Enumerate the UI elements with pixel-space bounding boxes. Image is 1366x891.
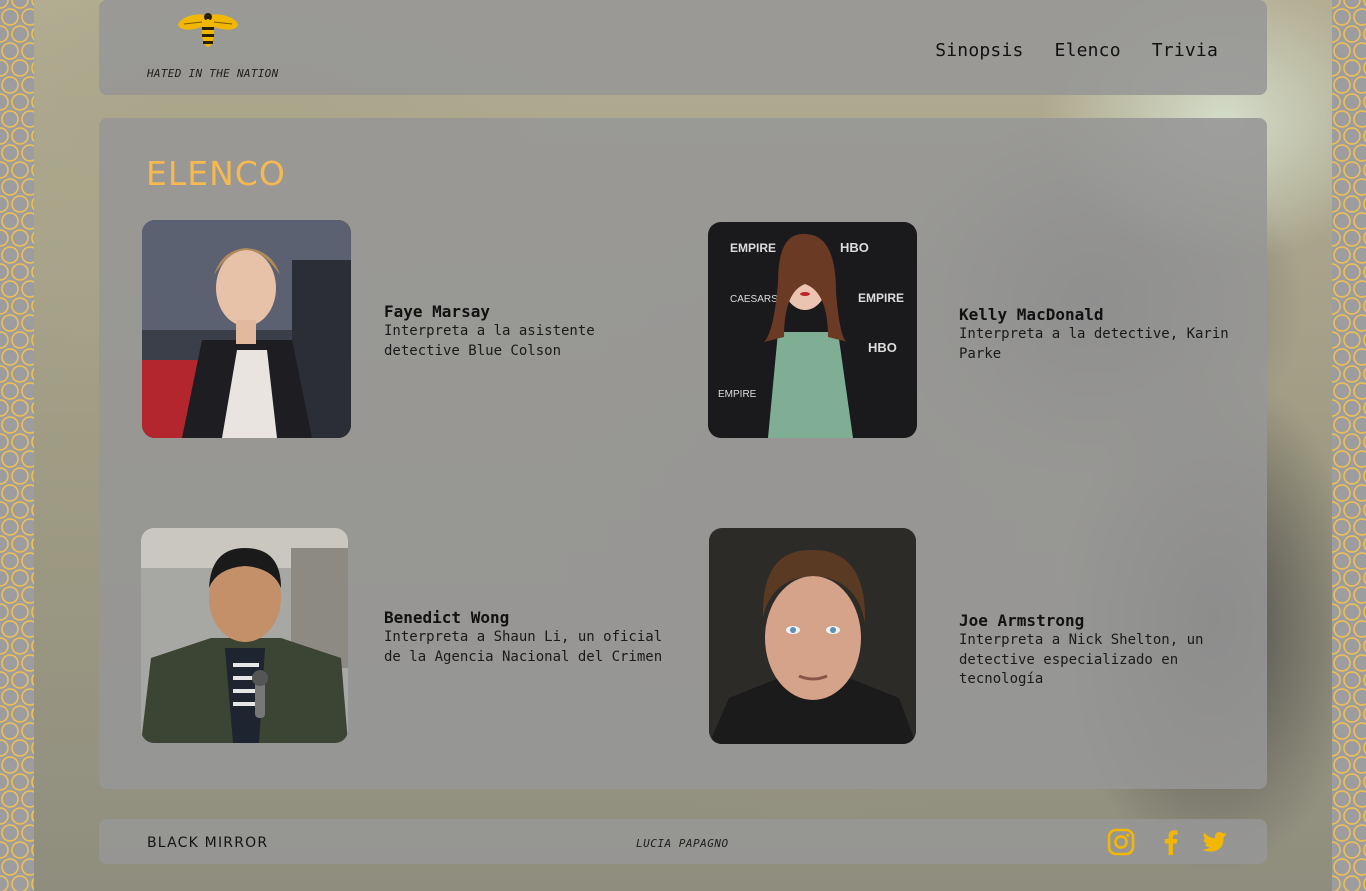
svg-text:EMPIRE: EMPIRE: [730, 241, 776, 255]
cast-role: Interpreta a Nick Shelton, un detective …: [959, 632, 1204, 687]
footer-brand-logo: BLACK MIRROR: [147, 835, 269, 851]
svg-text:EMPIRE: EMPIRE: [718, 389, 757, 400]
site-logo-text: HATED IN THE NATION: [147, 67, 279, 80]
site-footer: BLACK MIRROR LUCIA PAPAGNO: [99, 819, 1267, 864]
cast-name: Joe Armstrong: [959, 611, 1085, 630]
section-title: ELENCO: [146, 154, 286, 193]
svg-text:HBO: HBO: [868, 340, 897, 355]
honeycomb-border-right: [1332, 0, 1366, 891]
cast-role: Interpreta a la asistente detective Blue…: [384, 323, 595, 359]
nav-item-trivia[interactable]: Trivia: [1152, 40, 1218, 61]
main-nav: Sinopsis Elenco Trivia: [935, 40, 1218, 61]
site-header: HATED IN THE NATION Sinopsis Elenco Triv…: [99, 0, 1267, 95]
cast-role: Interpreta a Shaun Li, un oficial de la …: [384, 629, 663, 665]
svg-text:EMPIRE: EMPIRE: [858, 291, 904, 305]
cast-name: Faye Marsay: [384, 302, 490, 321]
svg-text:CAESARS: CAESARS: [730, 294, 778, 305]
nav-item-sinopsis[interactable]: Sinopsis: [935, 40, 1023, 61]
cast-section: ELENCO Faye Marsay Interpreta a la asist…: [99, 118, 1267, 789]
cast-photo-kelly-macdonald: EMPIRE HBO CAESARS EMPIRE HBO EMPIRE: [708, 222, 917, 438]
svg-text:HBO: HBO: [840, 240, 869, 255]
cast-photo-benedict-wong: [141, 528, 348, 743]
honeycomb-border-left: [0, 0, 34, 891]
cast-role: Interpreta a la detective, Karin Parke: [959, 326, 1229, 362]
cast-name: Kelly MacDonald: [959, 305, 1104, 324]
footer-credit: LUCIA PAPAGNO: [636, 837, 729, 850]
cast-photo-joe-armstrong: [709, 528, 916, 744]
cast-name: Benedict Wong: [384, 608, 510, 627]
facebook-icon[interactable]: [1156, 827, 1186, 857]
cast-photo-faye-marsay: [142, 220, 351, 438]
bee-logo-icon[interactable]: [178, 10, 238, 50]
nav-item-elenco[interactable]: Elenco: [1055, 40, 1121, 61]
twitter-icon[interactable]: [1199, 827, 1229, 857]
instagram-icon[interactable]: [1106, 827, 1136, 857]
